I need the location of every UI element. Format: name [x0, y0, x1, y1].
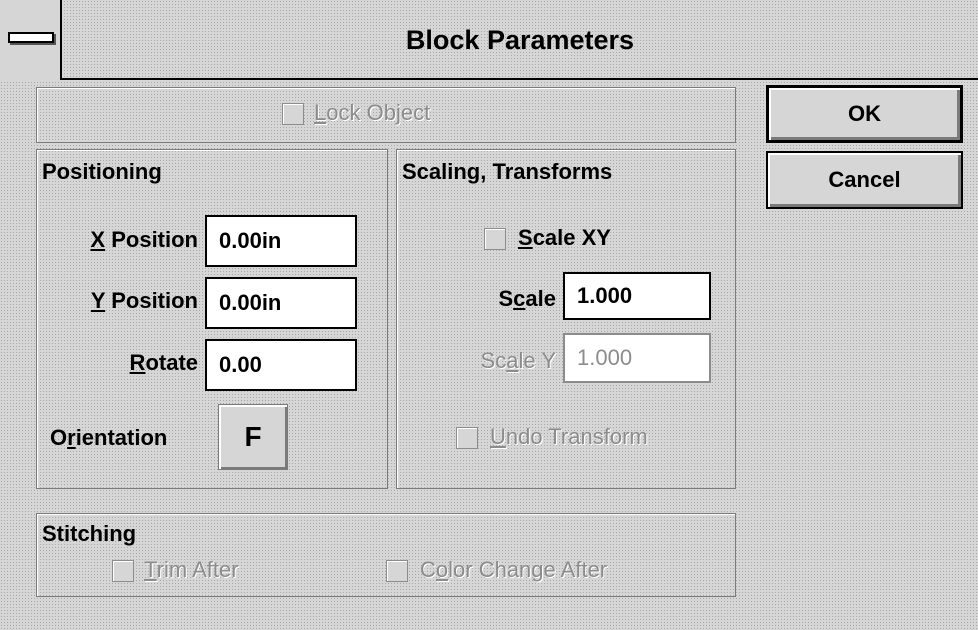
x-position-input[interactable]: 0.00in [205, 215, 357, 267]
rotate-label: Rotate [129, 350, 198, 375]
scale-y-label: Scale Y [480, 348, 556, 373]
x-position-label: X Position [90, 227, 198, 252]
rotate-input[interactable]: 0.00 [205, 339, 357, 391]
orientation-label: Orientation [50, 425, 168, 450]
color-change-after-checkbox[interactable] [386, 560, 408, 582]
scale-xy-label: Scale XY [518, 225, 611, 250]
color-change-after-label: Color Change After [420, 557, 608, 582]
y-position-label: Y Position [90, 288, 198, 313]
lock-object-checkbox[interactable] [282, 103, 304, 125]
trim-after-label: Trim After [144, 557, 239, 582]
cancel-button[interactable]: Cancel [766, 151, 963, 209]
lock-object-label: Lock Object [314, 100, 431, 125]
trim-after-checkbox[interactable] [112, 560, 134, 582]
y-position-input[interactable]: 0.00in [205, 277, 357, 329]
window-title: Block Parameters [405, 25, 635, 55]
scale-y-input[interactable]: 1.000 [563, 333, 711, 383]
stitching-heading: Stitching [42, 521, 137, 546]
system-menu-button[interactable] [0, 0, 62, 80]
scale-label: Scale [498, 286, 556, 311]
scale-input[interactable]: 1.000 [563, 272, 711, 320]
undo-transform-checkbox[interactable] [456, 427, 478, 449]
scaling-heading: Scaling, Transforms [402, 159, 613, 184]
stitching-group [36, 513, 736, 597]
ok-button[interactable]: OK [766, 85, 963, 143]
positioning-heading: Positioning [42, 159, 162, 184]
orientation-button[interactable]: F [218, 404, 288, 470]
system-menu-icon [8, 32, 54, 43]
scale-xy-checkbox[interactable] [484, 228, 506, 250]
undo-transform-label: Undo Transform [490, 424, 648, 449]
